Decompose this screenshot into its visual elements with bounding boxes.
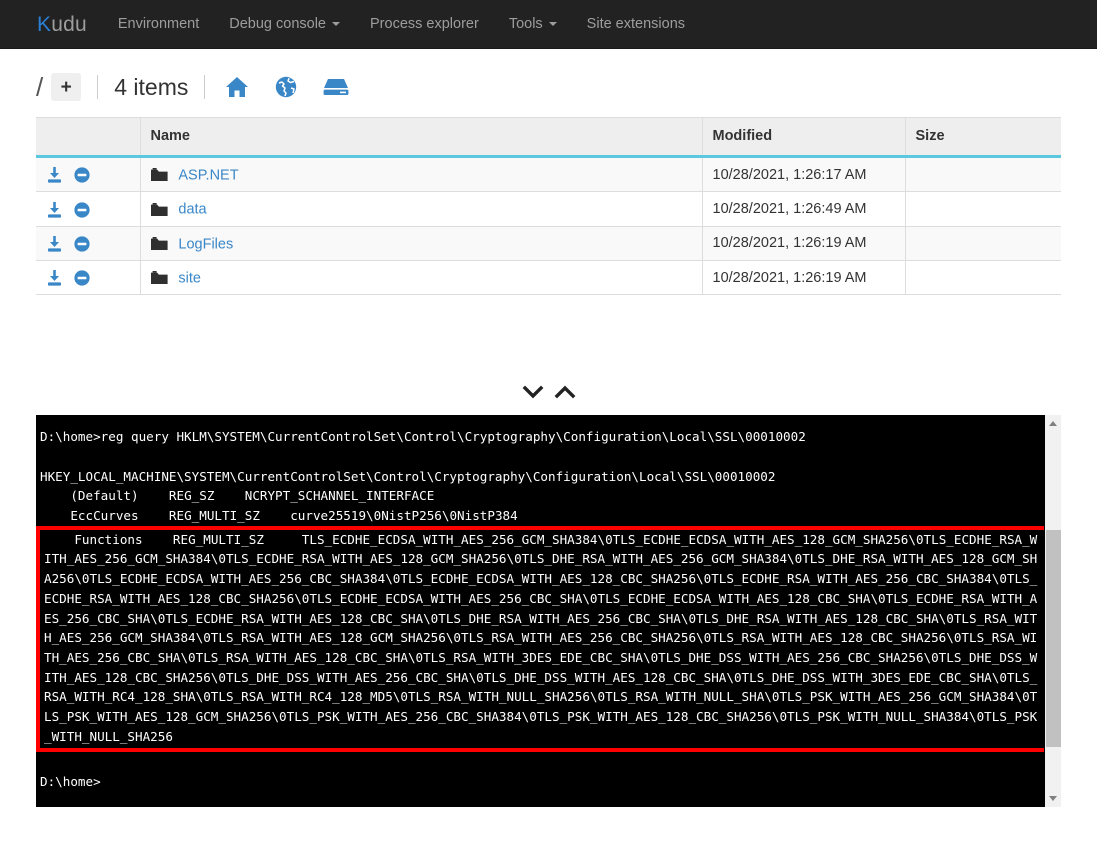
row-actions bbox=[36, 260, 140, 294]
breadcrumb-toolbar: / + 4 items bbox=[36, 49, 1061, 111]
folder-icon bbox=[151, 237, 168, 251]
column-header-name[interactable]: Name bbox=[140, 118, 702, 157]
folder-link[interactable]: data bbox=[178, 202, 206, 218]
column-header-modified[interactable]: Modified bbox=[702, 118, 905, 157]
add-button[interactable]: + bbox=[51, 73, 81, 101]
row-actions bbox=[36, 157, 140, 192]
console-functions-line: Functions REG_MULTI_SZ TLS_ECDHE_ECDSA_W… bbox=[44, 530, 1042, 747]
console-prompt-line[interactable]: D:\home> bbox=[40, 772, 1040, 792]
arrow-up-icon bbox=[1049, 421, 1057, 426]
scrollbar-thumb[interactable] bbox=[1046, 530, 1061, 747]
nav-item-site-extensions[interactable]: Site extensions bbox=[572, 0, 700, 49]
home-icon[interactable] bbox=[225, 76, 249, 98]
file-table: Name Modified Size bbox=[36, 117, 1061, 295]
console-blank-line bbox=[40, 752, 1040, 772]
debug-console[interactable]: D:\home>reg query HKLM\SYSTEM\CurrentCon… bbox=[36, 415, 1061, 807]
console-ecccurves-line: EccCurves REG_MULTI_SZ curve25519\0NistP… bbox=[40, 506, 1040, 526]
kudu-brand-logo[interactable]: Kudu bbox=[22, 0, 103, 49]
console-command-line: D:\home>reg query HKLM\SYSTEM\CurrentCon… bbox=[40, 427, 1040, 447]
download-icon[interactable] bbox=[47, 202, 62, 218]
scrollbar-track[interactable] bbox=[1045, 432, 1062, 790]
chevron-down-icon bbox=[549, 22, 557, 26]
console-registry-key-line: HKEY_LOCAL_MACHINE\SYSTEM\CurrentControl… bbox=[40, 467, 1040, 487]
row-size bbox=[905, 260, 1061, 294]
breadcrumb-root[interactable]: / bbox=[36, 72, 51, 103]
toolbar-divider bbox=[204, 75, 205, 99]
column-header-size[interactable]: Size bbox=[905, 118, 1061, 157]
row-modified: 10/28/2021, 1:26:19 AM bbox=[702, 260, 905, 294]
nav-item-tools[interactable]: Tools bbox=[494, 0, 572, 49]
row-size bbox=[905, 226, 1061, 260]
row-actions bbox=[36, 226, 140, 260]
toolbar-divider bbox=[97, 75, 98, 99]
row-name-cell: ASP.NET bbox=[140, 157, 702, 192]
file-table-head: Name Modified Size bbox=[36, 118, 1061, 157]
nav-links: Environment Debug console Process explor… bbox=[103, 0, 700, 49]
chevron-down-icon bbox=[332, 22, 340, 26]
nav-label: Tools bbox=[509, 0, 543, 49]
console-resize-controls bbox=[36, 379, 1061, 405]
scroll-up-button[interactable] bbox=[1045, 415, 1062, 432]
row-modified: 10/28/2021, 1:26:49 AM bbox=[702, 192, 905, 226]
row-size bbox=[905, 192, 1061, 226]
highlighted-functions-region: Functions REG_MULTI_SZ TLS_ECDHE_ECDSA_W… bbox=[36, 526, 1044, 753]
table-row: ASP.NET 10/28/2021, 1:26:17 AM bbox=[36, 157, 1061, 192]
delete-icon[interactable] bbox=[74, 167, 90, 183]
console-default-value-line: (Default) REG_SZ NCRYPT_SCHANNEL_INTERFA… bbox=[40, 486, 1040, 506]
folder-icon bbox=[151, 203, 168, 217]
download-icon[interactable] bbox=[47, 236, 62, 252]
row-name-cell: LogFiles bbox=[140, 226, 702, 260]
download-icon[interactable] bbox=[47, 270, 62, 286]
folder-link[interactable]: LogFiles bbox=[178, 236, 233, 252]
drive-icon[interactable] bbox=[323, 77, 349, 97]
console-scrollbar[interactable] bbox=[1044, 415, 1061, 807]
row-actions bbox=[36, 192, 140, 226]
delete-icon[interactable] bbox=[74, 202, 90, 218]
toolbar-icon-group bbox=[221, 76, 349, 98]
row-modified: 10/28/2021, 1:26:19 AM bbox=[702, 226, 905, 260]
delete-icon[interactable] bbox=[74, 270, 90, 286]
download-icon[interactable] bbox=[47, 167, 62, 183]
table-row: LogFiles 10/28/2021, 1:26:19 AM bbox=[36, 226, 1061, 260]
brand-rest-text: udu bbox=[51, 13, 87, 36]
delete-icon[interactable] bbox=[74, 236, 90, 252]
row-name-cell: site bbox=[140, 260, 702, 294]
brand-accent-letter: K bbox=[37, 13, 51, 36]
nav-label: Environment bbox=[118, 0, 199, 49]
file-table-body: ASP.NET 10/28/2021, 1:26:17 AM bbox=[36, 157, 1061, 295]
top-navbar: Kudu Environment Debug console Process e… bbox=[0, 0, 1097, 49]
folder-icon bbox=[151, 168, 168, 182]
row-modified: 10/28/2021, 1:26:17 AM bbox=[702, 157, 905, 192]
chevron-down-icon[interactable] bbox=[522, 384, 544, 400]
console-blank-line bbox=[40, 447, 1040, 467]
row-size bbox=[905, 157, 1061, 192]
nav-label: Debug console bbox=[229, 0, 326, 49]
arrow-down-icon bbox=[1049, 796, 1057, 801]
console-output[interactable]: D:\home>reg query HKLM\SYSTEM\CurrentCon… bbox=[36, 415, 1044, 807]
item-count-label: 4 items bbox=[114, 74, 188, 101]
nav-label: Process explorer bbox=[370, 0, 479, 49]
table-row: data 10/28/2021, 1:26:49 AM bbox=[36, 192, 1061, 226]
table-header-row: Name Modified Size bbox=[36, 118, 1061, 157]
nav-item-debug-console[interactable]: Debug console bbox=[214, 0, 355, 49]
page-container: / + 4 items Name Modified Size bbox=[0, 49, 1097, 807]
table-row: site 10/28/2021, 1:26:19 AM bbox=[36, 260, 1061, 294]
folder-link[interactable]: ASP.NET bbox=[178, 167, 238, 183]
nav-item-process-explorer[interactable]: Process explorer bbox=[355, 0, 494, 49]
nav-label: Site extensions bbox=[587, 0, 685, 49]
chevron-up-icon[interactable] bbox=[554, 384, 576, 400]
folder-link[interactable]: site bbox=[178, 270, 201, 286]
globe-icon[interactable] bbox=[275, 76, 297, 98]
row-name-cell: data bbox=[140, 192, 702, 226]
column-header-actions bbox=[36, 118, 140, 157]
nav-item-environment[interactable]: Environment bbox=[103, 0, 214, 49]
folder-icon bbox=[151, 271, 168, 285]
scroll-down-button[interactable] bbox=[1045, 790, 1062, 807]
